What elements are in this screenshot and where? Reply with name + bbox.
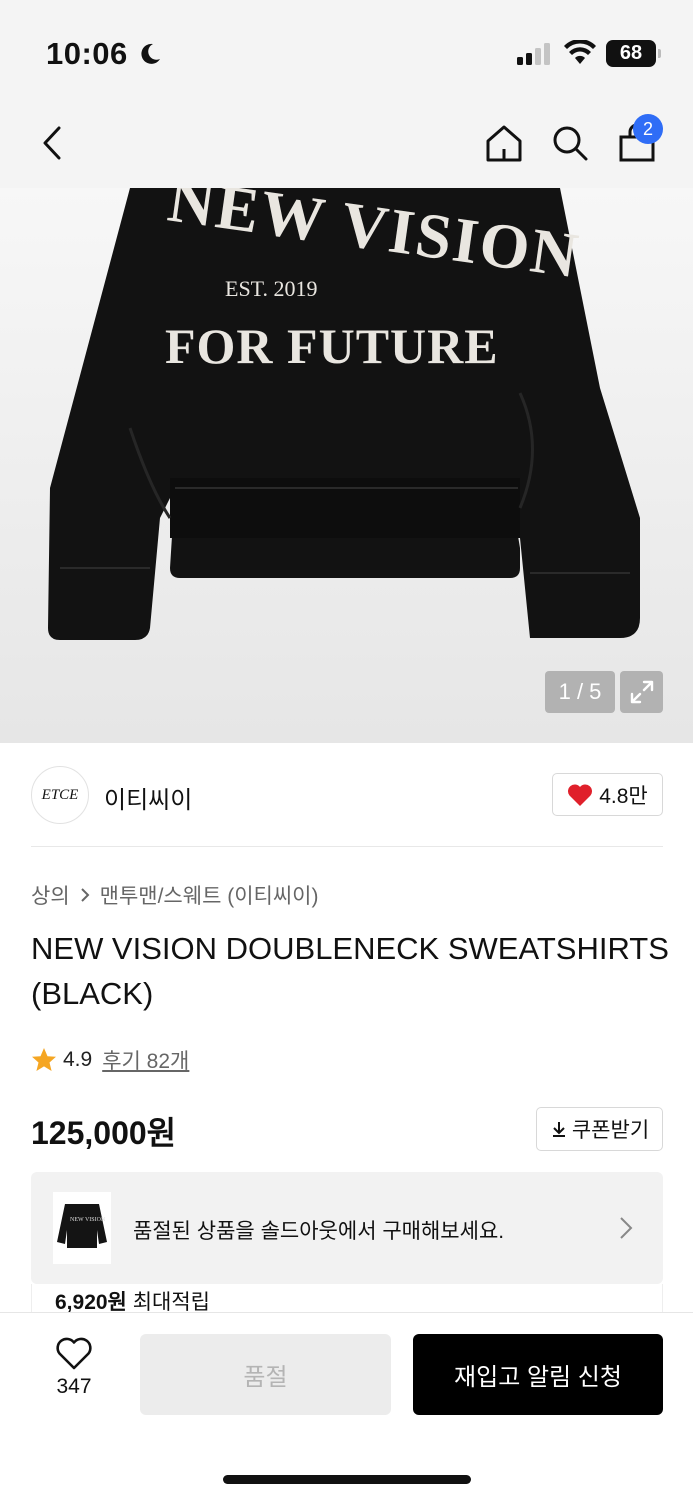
breadcrumb-subcategory[interactable]: 맨투맨/스웨트 (이티씨이) <box>100 880 319 910</box>
product-title: NEW VISION DOUBLENECK SWEATSHIRTS (BLACK… <box>31 931 669 1011</box>
points-label: 최대적립 <box>132 1291 210 1312</box>
brand-like-button[interactable]: 4.8만 <box>552 773 663 816</box>
back-button[interactable] <box>27 118 77 168</box>
moon-icon <box>141 43 160 64</box>
soldout-banner-text: 품절된 상품을 솔드아웃에서 구매해보세요. <box>133 1220 505 1243</box>
reviews-link[interactable]: 후기 82개 <box>102 1045 189 1075</box>
print-line-2: EST. 2019 <box>225 276 317 301</box>
product-image-gallery[interactable]: NEW VISION EST. 2019 FOR FUTURE <box>0 188 693 743</box>
coupon-label: 쿠폰받기 <box>571 1119 650 1142</box>
product-price: 125,000원 <box>31 1115 177 1151</box>
points-amount: 6,920원 <box>55 1291 127 1312</box>
heart-filled-icon <box>568 783 593 806</box>
cellular-signal-icon <box>517 43 550 65</box>
divider <box>31 846 663 847</box>
search-icon <box>553 126 588 161</box>
heart-outline-icon <box>56 1337 92 1370</box>
search-button[interactable] <box>545 118 595 168</box>
cart-count-badge: 2 <box>633 114 663 144</box>
battery-indicator: 68 <box>606 40 661 67</box>
star-icon <box>32 1048 56 1071</box>
chevron-right-icon <box>80 888 90 902</box>
soldout-banner[interactable]: NEW VISION 품절된 상품을 솔드아웃에서 구매해보세요. <box>31 1172 663 1284</box>
wishlist-button[interactable]: 347 <box>44 1337 104 1399</box>
brand-logo[interactable]: ETCE <box>31 766 89 824</box>
home-indicator <box>223 1475 471 1484</box>
coupon-button[interactable]: 쿠폰받기 <box>536 1107 663 1151</box>
status-time: 10:06 <box>46 36 128 71</box>
home-icon <box>486 125 522 162</box>
print-line-3: FOR FUTURE <box>165 318 499 374</box>
soldout-thumbnail: NEW VISION <box>53 1192 111 1264</box>
breadcrumb-category[interactable]: 상의 <box>31 880 70 910</box>
chevron-right-icon <box>620 1217 633 1239</box>
back-arrow-icon <box>43 126 61 160</box>
breadcrumb: 상의 맨투맨/스웨트 (이티씨이) <box>31 880 319 910</box>
brand-like-count: 4.8만 <box>599 784 648 808</box>
image-counter: 1 / 5 <box>545 671 615 713</box>
wishlist-count: 347 <box>56 1375 92 1398</box>
download-icon <box>552 1122 565 1137</box>
restock-alert-button[interactable]: 재입고 알림 신청 <box>413 1334 663 1415</box>
battery-level: 68 <box>619 42 643 64</box>
rating-row: 4.9 후기 82개 <box>31 1045 189 1075</box>
wifi-icon <box>564 40 596 64</box>
soldout-button[interactable]: 품절 <box>140 1334 391 1415</box>
soldout-thumb-print: NEW VISION <box>70 1217 106 1223</box>
product-image: NEW VISION EST. 2019 FOR FUTURE <box>48 188 640 640</box>
brand-name[interactable]: 이티씨이 <box>104 780 192 815</box>
points-row: 6,920원 최대적립 <box>31 1284 663 1312</box>
rating-score: 4.9 <box>63 1048 93 1071</box>
status-bar: 10:06 68 <box>0 0 693 100</box>
expand-icon <box>630 680 653 704</box>
home-button[interactable] <box>479 118 529 168</box>
expand-image-button[interactable] <box>620 671 663 713</box>
top-nav <box>0 100 693 188</box>
